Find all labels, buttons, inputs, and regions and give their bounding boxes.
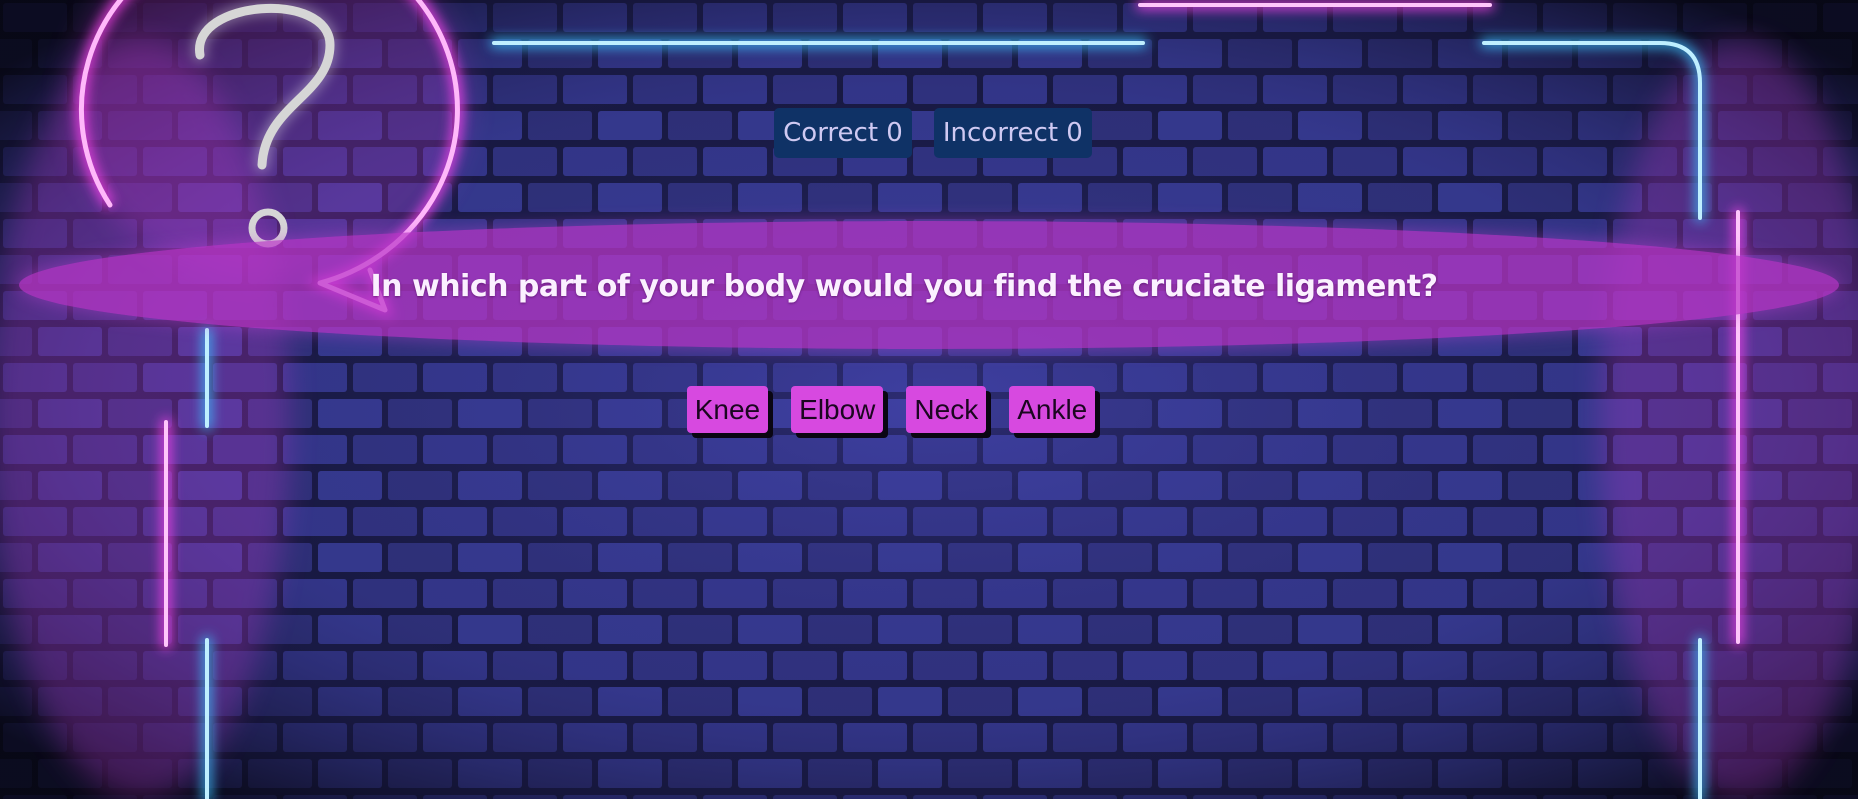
correct-score-badge: Correct 0 [774, 108, 912, 158]
quiz-screen: Correct 0 Incorrect 0 In which part of y… [0, 0, 1858, 799]
answer-button-knee[interactable]: Knee [686, 386, 769, 433]
answer-button-elbow[interactable]: Elbow [791, 386, 884, 433]
scoreboard: Correct 0 Incorrect 0 [0, 108, 1858, 158]
answer-button-neck[interactable]: Neck [906, 386, 987, 433]
answer-options: Knee Elbow Neck Ankle [0, 386, 1858, 433]
incorrect-score-badge: Incorrect 0 [933, 108, 1092, 158]
answer-button-ankle[interactable]: Ankle [1009, 386, 1096, 433]
question-text: In which part of your body would you fin… [370, 268, 1438, 304]
question-banner: In which part of your body would you fin… [19, 221, 1839, 349]
